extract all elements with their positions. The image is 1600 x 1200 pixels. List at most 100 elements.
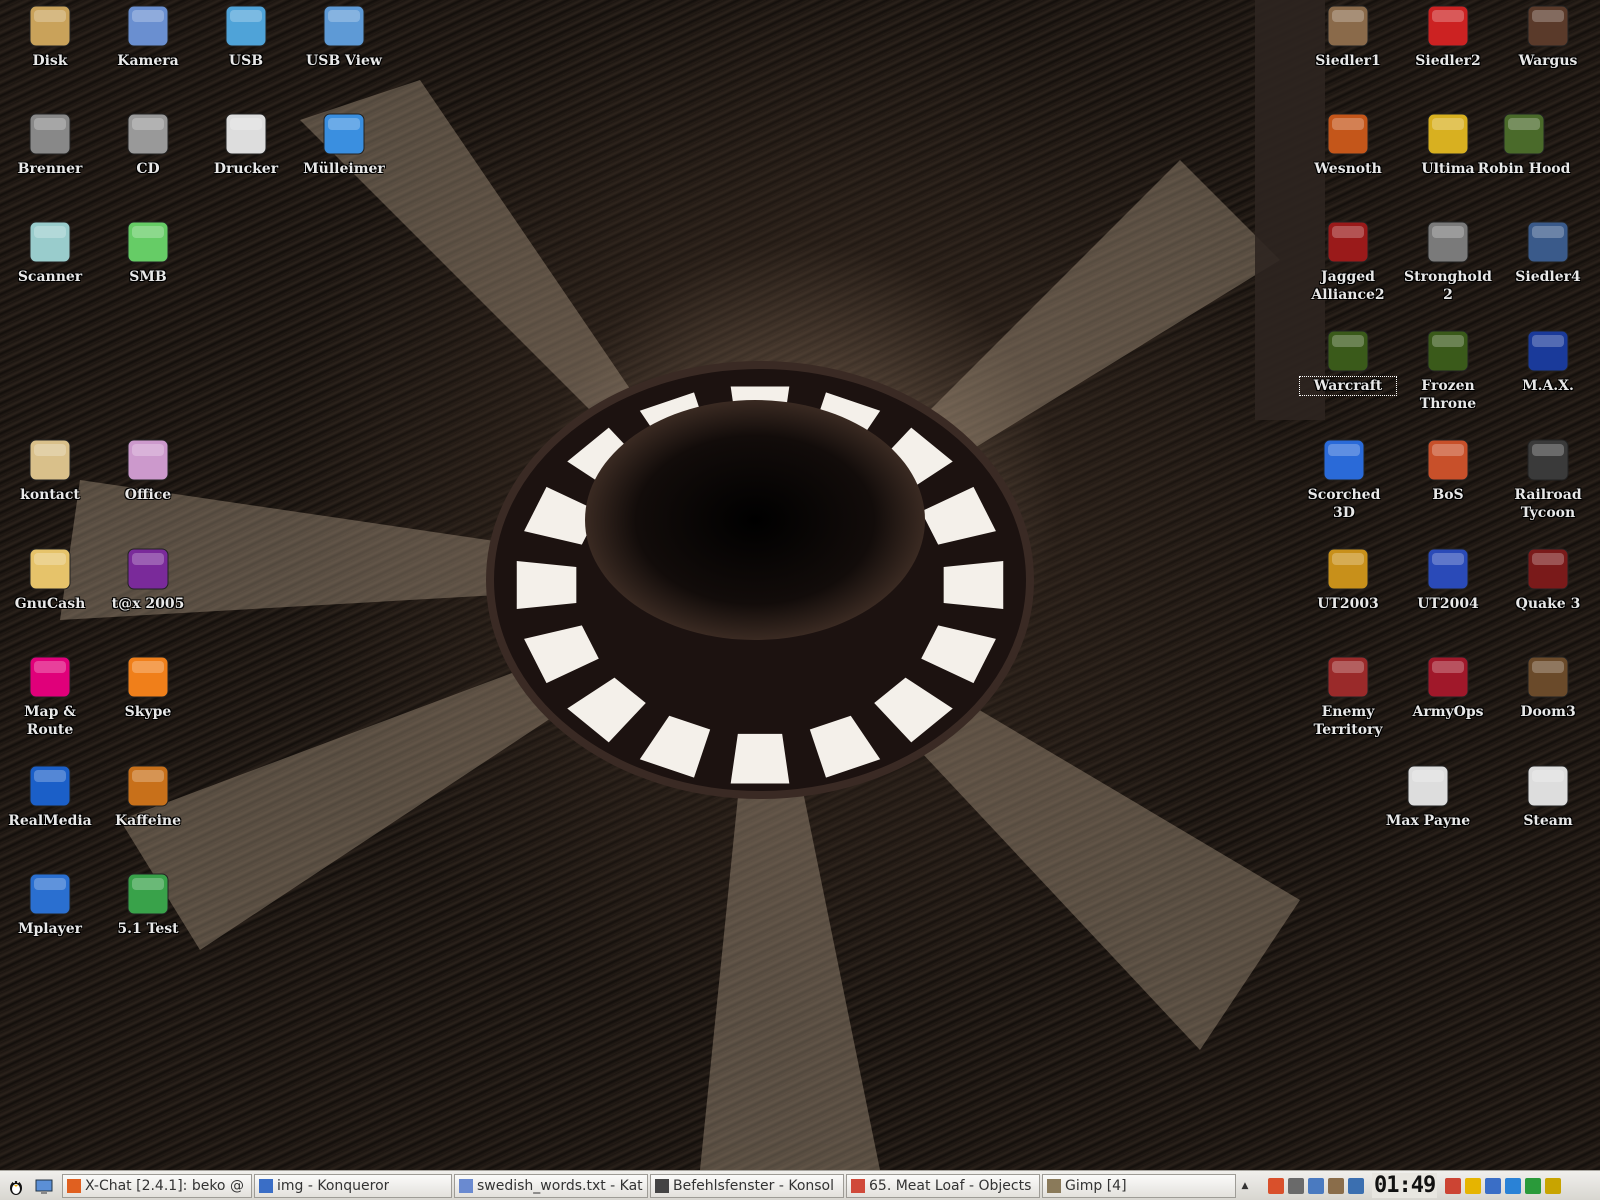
desktop-icon-drucker[interactable]: Drucker [198, 110, 294, 178]
desktop-icon-label: t@x 2005 [111, 596, 185, 612]
desktop-icon-t-x-2005[interactable]: t@x 2005 [100, 545, 196, 613]
desktop-icon-mplayer[interactable]: Mplayer [2, 870, 98, 938]
desktop-icon-label: Drucker [213, 161, 279, 177]
desktop-icon-robin-hood[interactable]: Robin Hood [1476, 110, 1572, 178]
desktop-icon-label: Quake 3 [1515, 596, 1581, 612]
desktop-icon-scanner[interactable]: Scanner [2, 218, 98, 286]
klipper-icon[interactable] [1445, 1177, 1462, 1194]
shield-icon[interactable] [1348, 1177, 1364, 1194]
desktop-icon-armyops[interactable]: ArmyOps [1400, 653, 1496, 721]
desktop-icon-frozen-throne[interactable]: Frozen Throne [1400, 327, 1496, 413]
task-button-label: swedish_words.txt - Kat [477, 1177, 643, 1194]
desktop-icon-usb-view[interactable]: USB View [296, 2, 392, 70]
desktop-icon-ut2004[interactable]: UT2004 [1400, 545, 1496, 613]
game-quake-icon [1527, 548, 1569, 590]
package-icon[interactable] [1328, 1177, 1344, 1194]
desktop-icon-label: Siedler1 [1315, 53, 1381, 69]
desktop-icon-siedler4[interactable]: Siedler4 [1500, 218, 1596, 286]
desktop-icon-railroad-tycoon[interactable]: Railroad Tycoon [1500, 436, 1596, 522]
desktop-icon-m-lleimer[interactable]: Mülleimer [296, 110, 392, 178]
desktop-icon-jagged-alliance2[interactable]: Jagged Alliance2 [1300, 218, 1396, 304]
game-warcraft2-icon [1527, 5, 1569, 47]
desktop-icon-quake-3[interactable]: Quake 3 [1500, 545, 1596, 613]
desktop-icon-label: UT2004 [1417, 596, 1479, 612]
desktop-icon-gnucash[interactable]: GnuCash [2, 545, 98, 613]
network-icon[interactable] [1308, 1177, 1324, 1194]
speaker-icon [127, 873, 169, 915]
desktop-icon-label: Mülleimer [303, 161, 385, 177]
desktop-icon-usb[interactable]: USB [198, 2, 294, 70]
desktop-icon-ut2003[interactable]: UT2003 [1300, 545, 1396, 613]
desktop-icon-wesnoth[interactable]: Wesnoth [1300, 110, 1396, 178]
game-warcraft-icon [1327, 330, 1369, 372]
desktop-icon-label: Railroad Tycoon [1514, 487, 1582, 521]
cd-burner-icon [29, 113, 71, 155]
desktop-icon-label: Siedler2 [1415, 53, 1481, 69]
game-siedler2-icon [1427, 5, 1469, 47]
task-button-4[interactable]: Befehlsfenster - Konsol [650, 1173, 844, 1198]
desktop-icon-bos[interactable]: BoS [1400, 436, 1496, 504]
usb-stick-icon [225, 5, 267, 47]
desktop-icon-doom3[interactable]: Doom3 [1500, 653, 1596, 721]
desktop-icon-siedler2[interactable]: Siedler2 [1400, 2, 1496, 70]
desktop-icon-label: kontact [20, 487, 80, 503]
taskbar: X-Chat [2.4.1]: beko @ img - Konqueror swe… [0, 1170, 1600, 1200]
home-icon[interactable] [1268, 1177, 1284, 1194]
clock[interactable]: 01:49 [1372, 1173, 1438, 1198]
desktop-icon-map-route[interactable]: Map & Route [2, 653, 98, 739]
real-icon [29, 765, 71, 807]
desktop-icon [35, 1179, 53, 1194]
task-button-1[interactable]: X-Chat [2.4.1]: beko @ [62, 1173, 252, 1198]
desktop-icon-skype[interactable]: Skype [100, 653, 196, 721]
desktop-icon-brenner[interactable]: Brenner [2, 110, 98, 178]
desktop-icon-label: M.A.X. [1522, 378, 1574, 394]
desktop-icon-siedler1[interactable]: Siedler1 [1300, 2, 1396, 70]
feather-icon[interactable] [1545, 1177, 1562, 1194]
desktop-icon-warcraft[interactable]: Warcraft [1299, 327, 1397, 396]
network-icon [127, 221, 169, 263]
desktop-icon-stronghold2[interactable]: Stronghold2 [1400, 218, 1496, 304]
desktop-icon-smb[interactable]: SMB [100, 218, 196, 286]
desktop-icon-office[interactable]: Office [100, 436, 196, 504]
desktop-icon-m-a-x-[interactable]: M.A.X. [1500, 327, 1596, 395]
clover-icon[interactable] [1525, 1177, 1542, 1194]
konqueror-icon [259, 1178, 273, 1193]
volume-icon[interactable] [1505, 1177, 1522, 1194]
desktop-icon-wargus[interactable]: Wargus [1500, 2, 1596, 70]
skype-icon [127, 656, 169, 698]
lamp-slot [943, 561, 1004, 609]
desktop-icon-scorched-3d[interactable]: Scorched 3D [1296, 436, 1392, 522]
task-button-6[interactable]: Gimp [4] [1042, 1173, 1236, 1198]
desktop-icon-max-payne[interactable]: Max Payne [1380, 762, 1476, 830]
telekom-icon [29, 656, 71, 698]
game-ut2003-icon [1327, 548, 1369, 590]
xchat-icon [67, 1178, 81, 1193]
tux-icon [10, 1180, 22, 1195]
desktop-icon-cd[interactable]: CD [100, 110, 196, 178]
desktop-icon-disk[interactable]: Disk [2, 2, 98, 70]
game-ut2004-icon [1427, 548, 1469, 590]
kmenu-button[interactable] [4, 1174, 28, 1198]
desktop-icon-kamera[interactable]: Kamera [100, 2, 196, 70]
desktop-icon-enemy-territory[interactable]: Enemy Territory [1300, 653, 1396, 739]
show-desktop-button[interactable] [32, 1174, 56, 1198]
task-button-3[interactable]: swedish_words.txt - Kat [454, 1173, 648, 1198]
task-scroll-button[interactable]: ▲ [1238, 1174, 1252, 1198]
desktop-icon-steam[interactable]: Steam [1500, 762, 1596, 830]
monitor-icon[interactable] [1485, 1177, 1502, 1194]
desktop-icon-label: GnuCash [14, 596, 86, 612]
task-button-5[interactable]: 65. Meat Loaf - Objects [846, 1173, 1040, 1198]
desktop-icon-5-1-test[interactable]: 5.1 Test [100, 870, 196, 938]
terminal-icon[interactable] [1288, 1177, 1304, 1194]
desktop-icon-realmedia[interactable]: RealMedia [2, 762, 98, 830]
desktop-icon-label: RealMedia [8, 813, 92, 829]
desktop-icon-kaffeine[interactable]: Kaffeine [100, 762, 196, 830]
cheese-icon[interactable] [1465, 1177, 1482, 1194]
desktop-icon-label: 5.1 Test [117, 921, 179, 937]
system-tray [1266, 1177, 1366, 1194]
desktop-icon-kontact[interactable]: kontact [2, 436, 98, 504]
desktop-icon-label: USB View [306, 53, 382, 69]
clapper-icon [29, 873, 71, 915]
desktop-icon-label: BoS [1432, 487, 1464, 503]
task-button-2[interactable]: img - Konqueror [254, 1173, 452, 1198]
